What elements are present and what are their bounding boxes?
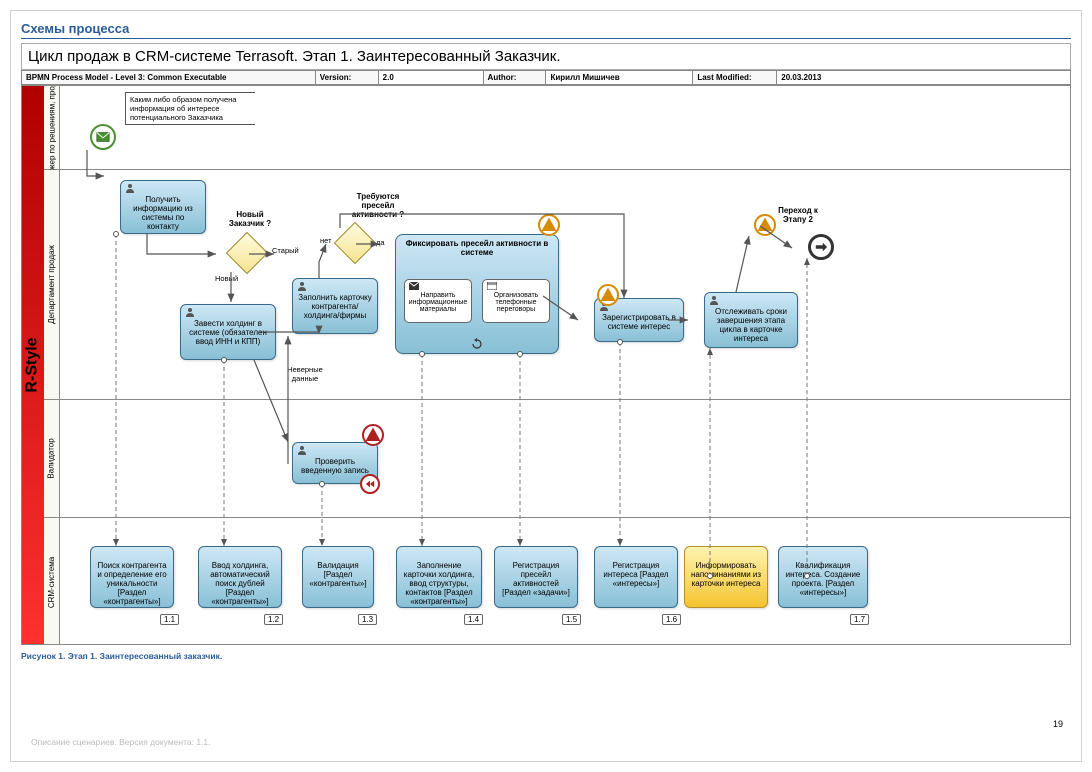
- sub-task-send-materials: Направить информационные материалы: [404, 279, 472, 323]
- boundary-compensation: [360, 474, 380, 494]
- bpmn-diagram: R-Style Менеджер по решениям, продуктам …: [21, 85, 1071, 645]
- gateway-new-customer: [226, 232, 268, 274]
- crm-task-qualify: Квалификация интереса. Создание проекта.…: [778, 546, 868, 608]
- meta-author-label: Author:: [483, 71, 546, 85]
- crm-task-reg-interest: Регистрация интереса [Раздел «интересы»]: [594, 546, 678, 608]
- ref-1-4: 1.4: [464, 614, 483, 625]
- task-create-holding: Завести холдинг в системе (обязателен вв…: [180, 304, 276, 360]
- subprocess-title: Фиксировать пресейл активности в системе: [396, 235, 558, 261]
- gateway-new-customer-label: Новый Заказчик ?: [220, 210, 280, 228]
- ref-1-3: 1.3: [358, 614, 377, 625]
- meta-version-label: Version:: [315, 71, 378, 85]
- lane-sales: Получить информацию из системы по контак…: [60, 170, 1070, 400]
- crm-task-reg-presale: Регистрация пресейл активностей [Раздел …: [494, 546, 578, 608]
- meta-modified-label: Last Modified:: [693, 71, 777, 85]
- crm-task-validation: Валидация [Раздел «контрагенты»]: [302, 546, 374, 608]
- footer-text: Описание сценариев. Версия документа: 1.…: [31, 737, 211, 747]
- link-icon: [814, 240, 828, 254]
- gw2-yes: да: [376, 238, 385, 247]
- lane-label-sales: Департамент продаж: [44, 170, 60, 400]
- task-fill-card: Заполнить карточку контрагента/ холдинга…: [292, 278, 378, 334]
- loop-icon: [471, 338, 483, 350]
- crm-task-enter-holding: Ввод холдинга, автоматический поиск дубл…: [198, 546, 282, 608]
- page-number: 19: [1053, 719, 1063, 729]
- lane-manager: Каким либо образом получена информация о…: [60, 86, 1070, 170]
- ref-1-5: 1.5: [562, 614, 581, 625]
- signal-icon: [599, 286, 617, 304]
- ref-1-6: 1.6: [662, 614, 681, 625]
- transition-label: Переход к Этапу 2: [768, 206, 828, 224]
- diagram-title: Цикл продаж в CRM-системе Terrasoft. Эта…: [21, 43, 1071, 70]
- crm-task-search: Поиск контрагента и определение его уник…: [90, 546, 174, 608]
- page-frame: Схемы процесса Цикл продаж в CRM-системе…: [10, 10, 1082, 762]
- lane-validator: Проверить введенную запись: [60, 400, 1070, 518]
- ref-1-2: 1.2: [264, 614, 283, 625]
- lane-label-manager: Менеджер по решениям, продуктам: [44, 86, 60, 170]
- gw2-no: нет: [320, 236, 332, 245]
- meta-version: 2.0: [378, 71, 483, 85]
- user-icon: [297, 445, 307, 455]
- meta-model-label: BPMN Process Model - Level 3: Common Exe…: [22, 71, 316, 85]
- gateway-presale: [334, 222, 376, 264]
- gateway-presale-label: Требуются пресейл активности ?: [345, 192, 411, 219]
- message-icon: [96, 130, 110, 144]
- lane-label-validator: Валидатор: [44, 400, 60, 518]
- subprocess-presale: Фиксировать пресейл активности в системе…: [395, 234, 559, 354]
- task-get-info: Получить информацию из системы по контак…: [120, 180, 206, 234]
- user-icon: [185, 307, 195, 317]
- meta-author: Кирилл Мишичев: [546, 71, 693, 85]
- figure-caption: Рисунок 1. Этап 1. Заинтересованный зака…: [21, 651, 1071, 661]
- ref-1-1: 1.1: [160, 614, 179, 625]
- gw1-no: Старый: [272, 246, 299, 255]
- end-event-link: [808, 234, 834, 260]
- sub-task-phone: Организовать телефонные переговоры: [482, 279, 550, 323]
- crm-task-inform: Информировать напоминаниями из карточки …: [684, 546, 768, 608]
- pool-label: R-Style: [22, 86, 44, 644]
- lane-crm: Поиск контрагента и определение его уник…: [60, 518, 1070, 645]
- wrong-data-label: Неверные данные: [280, 365, 330, 383]
- lane-label-crm: CRM-система: [44, 518, 60, 645]
- start-annotation: Каким либо образом получена информация о…: [125, 92, 255, 125]
- compensation-icon: [365, 479, 375, 489]
- intermediate-signal-event-2: [597, 284, 619, 306]
- meta-table: BPMN Process Model - Level 3: Common Exe…: [21, 70, 1071, 85]
- envelope-icon: [409, 282, 419, 290]
- start-event: [90, 124, 116, 150]
- user-icon: [125, 183, 135, 193]
- signal-icon: [364, 426, 382, 444]
- calendar-icon: [487, 282, 497, 290]
- task-track-deadline: Отслеживать сроки завершения этапа цикла…: [704, 292, 798, 348]
- intermediate-signal-event-1: [538, 214, 560, 236]
- signal-icon: [540, 216, 558, 234]
- section-title: Схемы процесса: [21, 21, 1071, 39]
- intermediate-error-event: [362, 424, 384, 446]
- gw1-yes: Новый: [215, 274, 238, 283]
- ref-1-7: 1.7: [850, 614, 869, 625]
- meta-modified: 20.03.2013: [777, 71, 1071, 85]
- crm-task-fill-structure: Заполнение карточки холдинга, ввод струк…: [396, 546, 482, 608]
- user-icon: [297, 281, 307, 291]
- user-icon: [709, 295, 719, 305]
